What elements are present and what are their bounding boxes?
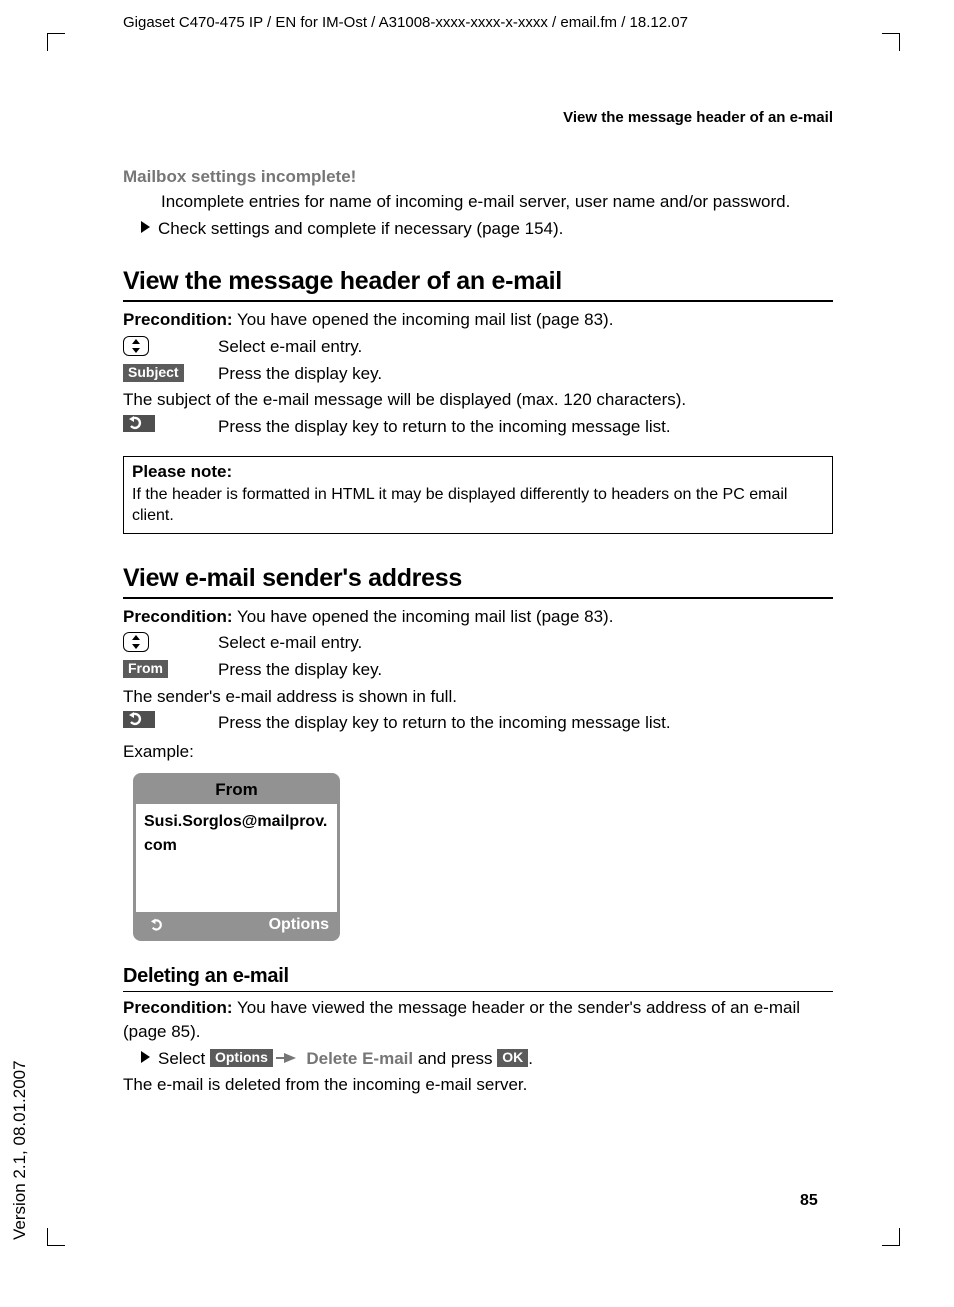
phone-screen-title: From [136,776,337,804]
phone-back-icon [150,918,170,932]
arrow-icon [284,1053,296,1063]
precondition: Precondition: You have opened the incomi… [123,308,833,333]
step-text: Select e-mail entry. [218,631,833,656]
warning-line1: Incomplete entries for name of incoming … [123,190,833,215]
note-title: Please note: [132,461,824,484]
back-key-icon [123,415,155,432]
note-box: Please note: If the header is formatted … [123,456,833,534]
step-text: Press the display key to return to the i… [218,415,833,440]
precondition: Precondition: You have opened the incomi… [123,605,833,630]
delete-instruction: Select Options Delete E-mail and press O… [123,1047,833,1072]
doc-header: Gigaset C470-475 IP / EN for IM-Ost / A3… [123,14,833,31]
subject-key: Subject [123,364,184,382]
section-heading-sender-address: View e-mail sender's address [123,564,833,599]
version-text: Version 2.1, 08.01.2007 [10,1060,30,1240]
running-header: View the message header of an e-mail [123,109,833,126]
ok-key: OK [497,1049,528,1067]
back-key-icon [123,711,155,728]
warning-title: Mailbox settings incomplete! [123,166,833,188]
precondition: Precondition: You have viewed the messag… [123,996,833,1045]
bullet-icon [141,1051,150,1063]
crop-mark [882,1228,900,1246]
bullet-icon [141,221,150,233]
nav-updown-icon [123,632,149,652]
page-number: 85 [800,1192,818,1210]
section-heading-view-header: View the message header of an e-mail [123,267,833,302]
result-text: The subject of the e-mail message will b… [123,388,833,413]
step-text: Press the display key. [218,362,833,387]
menu-path: Delete E-mail [306,1049,413,1068]
example-label: Example: [123,740,833,765]
crop-mark [882,33,900,51]
warning-line2: Check settings and complete if necessary… [123,217,833,242]
result-text: The sender's e-mail address is shown in … [123,685,833,710]
result-text: The e-mail is deleted from the incoming … [123,1073,833,1098]
phone-screen-body: Susi.Sorglos@mailprov.com [136,804,337,912]
crop-mark [47,1228,65,1246]
phone-screen-example: From Susi.Sorglos@mailprov.com Options [133,773,340,941]
options-key: Options [210,1049,273,1067]
step-text: Select e-mail entry. [218,335,833,360]
step-text: Press the display key to return to the i… [218,711,833,736]
crop-mark [47,33,65,51]
note-body: If the header is formatted in HTML it ma… [132,484,824,527]
subsection-heading-deleting: Deleting an e-mail [123,965,833,992]
nav-updown-icon [123,336,149,356]
step-text: Press the display key. [218,658,833,683]
from-key: From [123,660,168,678]
phone-options-label: Options [269,916,329,934]
